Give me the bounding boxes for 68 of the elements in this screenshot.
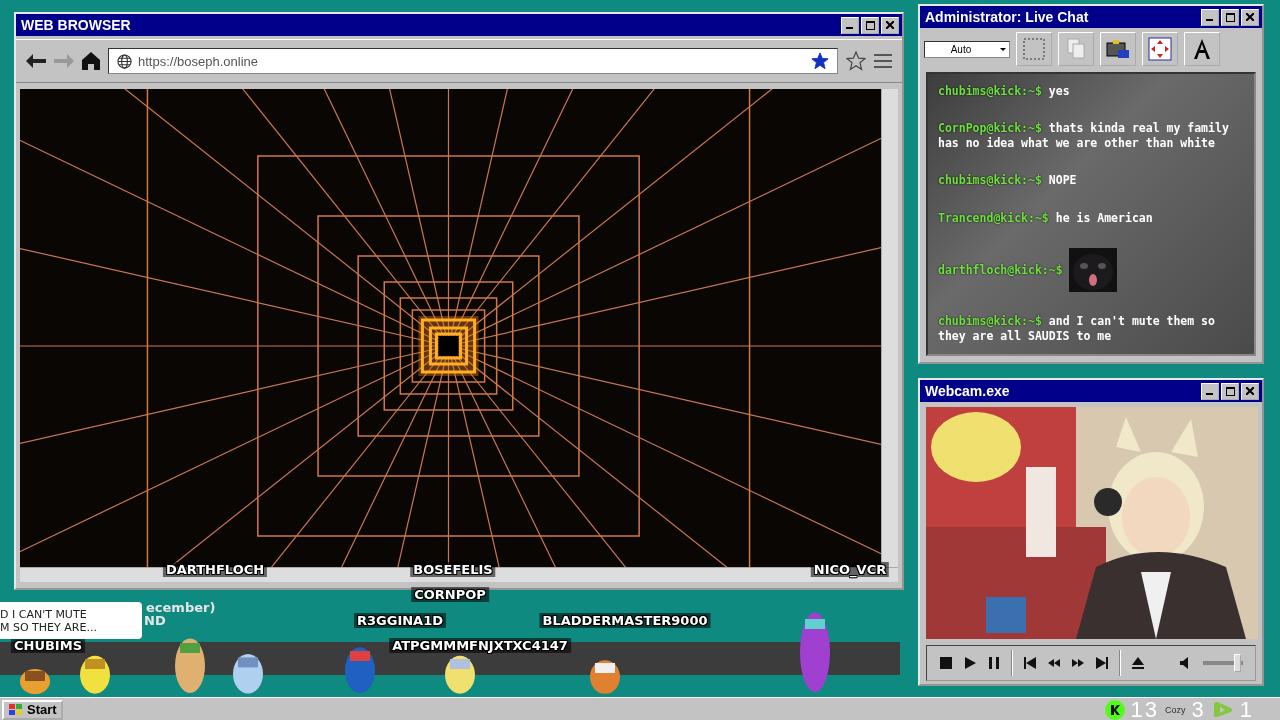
chat-username: darthfloch@kick:~$ — [938, 262, 1063, 277]
skip-back-icon[interactable] — [1023, 656, 1037, 670]
star-icon[interactable] — [811, 52, 829, 70]
start-button[interactable]: Start — [2, 699, 63, 720]
address-bar[interactable]: https://boseph.online — [108, 48, 838, 74]
windows-flag-icon — [8, 702, 24, 717]
window-title: Webcam.exe — [925, 383, 1010, 399]
letter-badge-icon — [1104, 699, 1125, 720]
maximize-button[interactable] — [1221, 8, 1239, 26]
chat-message: CornPop@kick:~$ thats kinda real my family has no idea what we are other than white — [938, 121, 1230, 152]
minimize-button[interactable] — [1201, 8, 1219, 26]
close-icon — [886, 21, 894, 29]
move-button[interactable] — [1142, 32, 1178, 66]
player-name: R3GGINA1D — [354, 613, 446, 628]
paste-button[interactable] — [1100, 32, 1136, 66]
window-title: WEB BROWSER — [21, 17, 131, 33]
pause-icon[interactable] — [987, 656, 1001, 670]
dashed-square-icon — [1023, 38, 1045, 60]
viewer-count: 3 — [1191, 696, 1206, 720]
maximize-button[interactable] — [861, 16, 879, 34]
url-text: https://boseph.online — [138, 53, 259, 69]
volume-thumb[interactable] — [1234, 654, 1241, 672]
viewer-count: 1 — [1239, 696, 1254, 720]
minimize-button[interactable] — [841, 16, 859, 34]
viewer-count: 13 — [1130, 696, 1159, 720]
globe-icon — [117, 53, 132, 69]
maximize-icon — [1225, 12, 1235, 22]
chat-message: chubims@kick:~$ and I can't mute them so they are all SAUDIS to me — [938, 314, 1216, 344]
bubble-text: M SO THEY ARE... — [0, 620, 98, 634]
bubble-text: D I CAN'T MUTE — [0, 607, 88, 621]
eject-icon[interactable] — [1131, 656, 1145, 670]
star-outline-icon[interactable] — [846, 51, 866, 71]
select-tool-button[interactable] — [1016, 32, 1052, 66]
player-name: ATPGMMMFNJXTXC4147 — [389, 638, 571, 653]
platform-label: Cozy — [1165, 704, 1186, 715]
horizontal-scrollbar[interactable] — [20, 567, 898, 582]
close-icon — [1246, 13, 1254, 21]
paste-icon — [1106, 39, 1130, 59]
maximize-icon — [1225, 386, 1235, 396]
font-button[interactable] — [1184, 32, 1220, 66]
close-button[interactable] — [1241, 8, 1259, 26]
font-size-dropdown[interactable]: Auto — [924, 40, 1010, 58]
maximize-button[interactable] — [1221, 382, 1239, 400]
copy-icon — [1067, 38, 1085, 60]
skip-forward-icon[interactable] — [1095, 656, 1109, 670]
play-icon[interactable] — [963, 656, 977, 670]
menu-icon[interactable] — [874, 54, 892, 68]
name-fragment: ecember) — [146, 600, 216, 615]
move-arrows-icon — [1148, 37, 1172, 61]
chat-message: Trancend@kick:~$ he is American — [938, 210, 1153, 226]
player-name: CORNPOP — [411, 587, 489, 602]
stop-icon[interactable] — [939, 656, 953, 670]
close-button[interactable] — [881, 16, 899, 34]
fast-forward-icon[interactable] — [1071, 656, 1085, 670]
name-fragment: ND — [144, 613, 166, 628]
maximize-icon — [865, 20, 875, 30]
home-icon[interactable] — [82, 52, 100, 70]
vertical-scrollbar[interactable] — [881, 89, 898, 567]
player-name: BLADDERMASTER9000 — [539, 613, 711, 628]
close-icon — [1246, 387, 1254, 395]
font-icon — [1191, 38, 1213, 60]
close-button[interactable] — [1241, 382, 1259, 400]
rewind-icon[interactable] — [1047, 656, 1061, 670]
chat-message: chubims@kick:~$ yes — [938, 84, 1070, 99]
back-arrow-icon[interactable] — [26, 54, 46, 68]
minimize-button[interactable] — [1201, 382, 1219, 400]
chat-message: chubims@kick:~$ NOPE — [938, 173, 1077, 189]
window-title: Administrator: Live Chat — [925, 9, 1089, 25]
